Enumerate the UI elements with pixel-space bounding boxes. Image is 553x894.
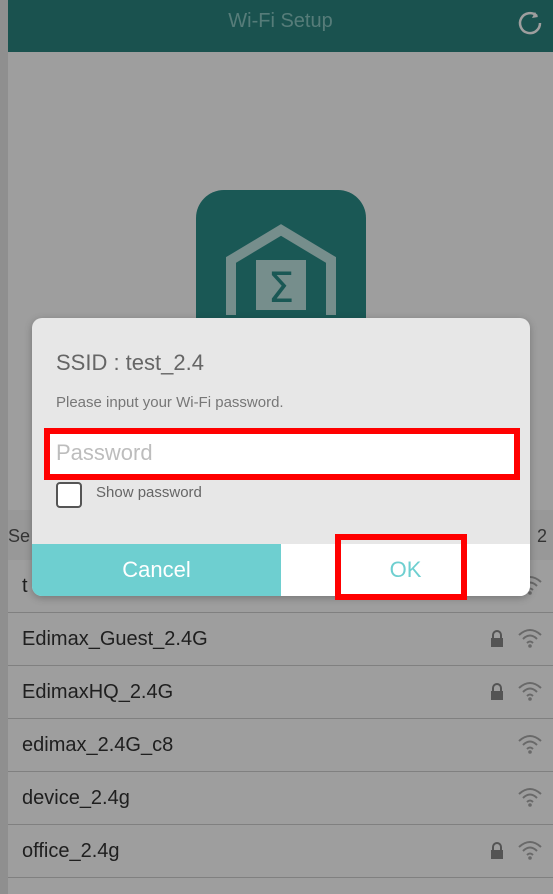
show-password-checkbox[interactable] [56,482,82,508]
ssid-label: SSID : test_2.4 [56,350,204,375]
ok-button[interactable]: OK [281,544,530,596]
password-hint: Please input your Wi-Fi password. [56,394,284,411]
show-password-label: Show password [96,484,202,501]
password-field-highlight [44,428,520,480]
password-input[interactable] [50,434,514,472]
cancel-button[interactable]: Cancel [32,544,281,596]
password-dialog: SSID : test_2.4 Please input your Wi-Fi … [32,318,530,596]
